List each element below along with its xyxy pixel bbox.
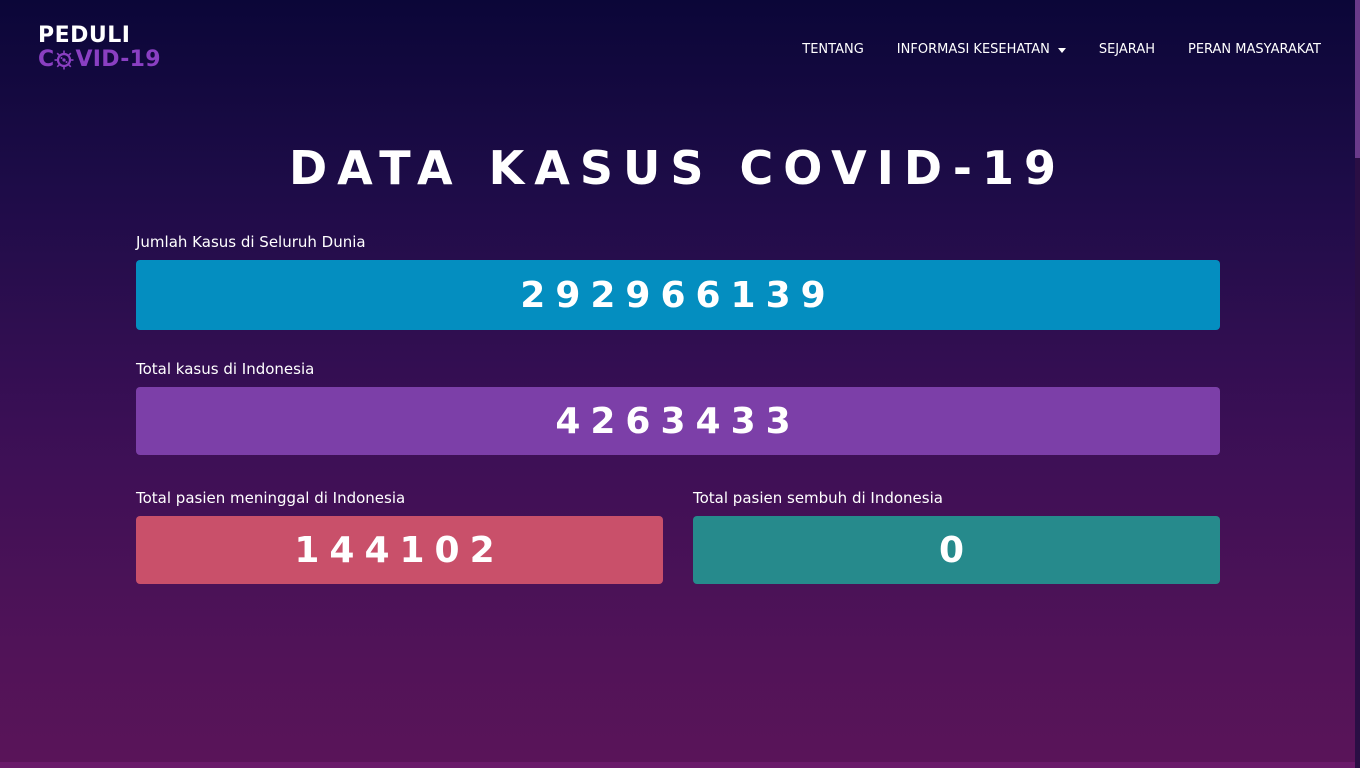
caret-down-icon — [1057, 47, 1066, 53]
world-cases-value: 292966139 — [520, 274, 836, 316]
nav-item-informasi-kesehatan[interactable]: INFORMASI KESEHATAN — [880, 40, 1082, 60]
page-title: DATA KASUS COVID-19 — [289, 141, 1066, 195]
navbar: PEDULI C VID-19 TENTANG INFORMASI KESEHA… — [0, 0, 1355, 100]
nav-item-tentang[interactable]: TENTANG — [786, 40, 881, 60]
nav-item-label: TENTANG — [802, 42, 864, 57]
indonesia-deaths-value: 144102 — [294, 529, 505, 571]
indonesia-deaths-box: 144102 — [136, 516, 663, 584]
section-divider — [0, 762, 1355, 768]
indonesia-total-box: 4263433 — [136, 387, 1220, 455]
scrollbar-thumb[interactable] — [1355, 0, 1360, 158]
logo-line-2-suffix: VID-19 — [75, 47, 161, 72]
nav-item-label: SEJARAH — [1098, 42, 1155, 57]
indonesia-recovered-box: 0 — [693, 516, 1220, 584]
indonesia-recovered-value: 0 — [938, 529, 975, 571]
site-logo[interactable]: PEDULI C VID-19 — [38, 24, 168, 76]
nav-item-label: PERAN MASYARAKAT — [1187, 42, 1321, 57]
scrollbar-track[interactable] — [1355, 0, 1360, 768]
nav-item-label: INFORMASI KESEHATAN — [896, 42, 1050, 57]
world-cases-box: 292966139 — [136, 260, 1220, 330]
indonesia-total-value: 4263433 — [555, 400, 801, 442]
nav-item-sejarah[interactable]: SEJARAH — [1082, 40, 1171, 60]
indonesia-deaths-label: Total pasien meninggal di Indonesia — [136, 489, 406, 507]
logo-line-2-prefix: C — [38, 47, 55, 72]
indonesia-recovered-label: Total pasien sembuh di Indonesia — [693, 489, 943, 507]
indonesia-total-label: Total kasus di Indonesia — [136, 360, 315, 378]
nav-menu: TENTANG INFORMASI KESEHATAN SEJARAH PERA… — [786, 40, 1321, 60]
world-cases-label: Jumlah Kasus di Seluruh Dunia — [136, 233, 366, 251]
nav-item-peran-masyarakat[interactable]: PERAN MASYARAKAT — [1171, 40, 1321, 60]
logo-line-1: PEDULI — [38, 23, 131, 48]
logo-line-2: C VID-19 — [38, 48, 168, 72]
virus-icon — [54, 50, 74, 70]
